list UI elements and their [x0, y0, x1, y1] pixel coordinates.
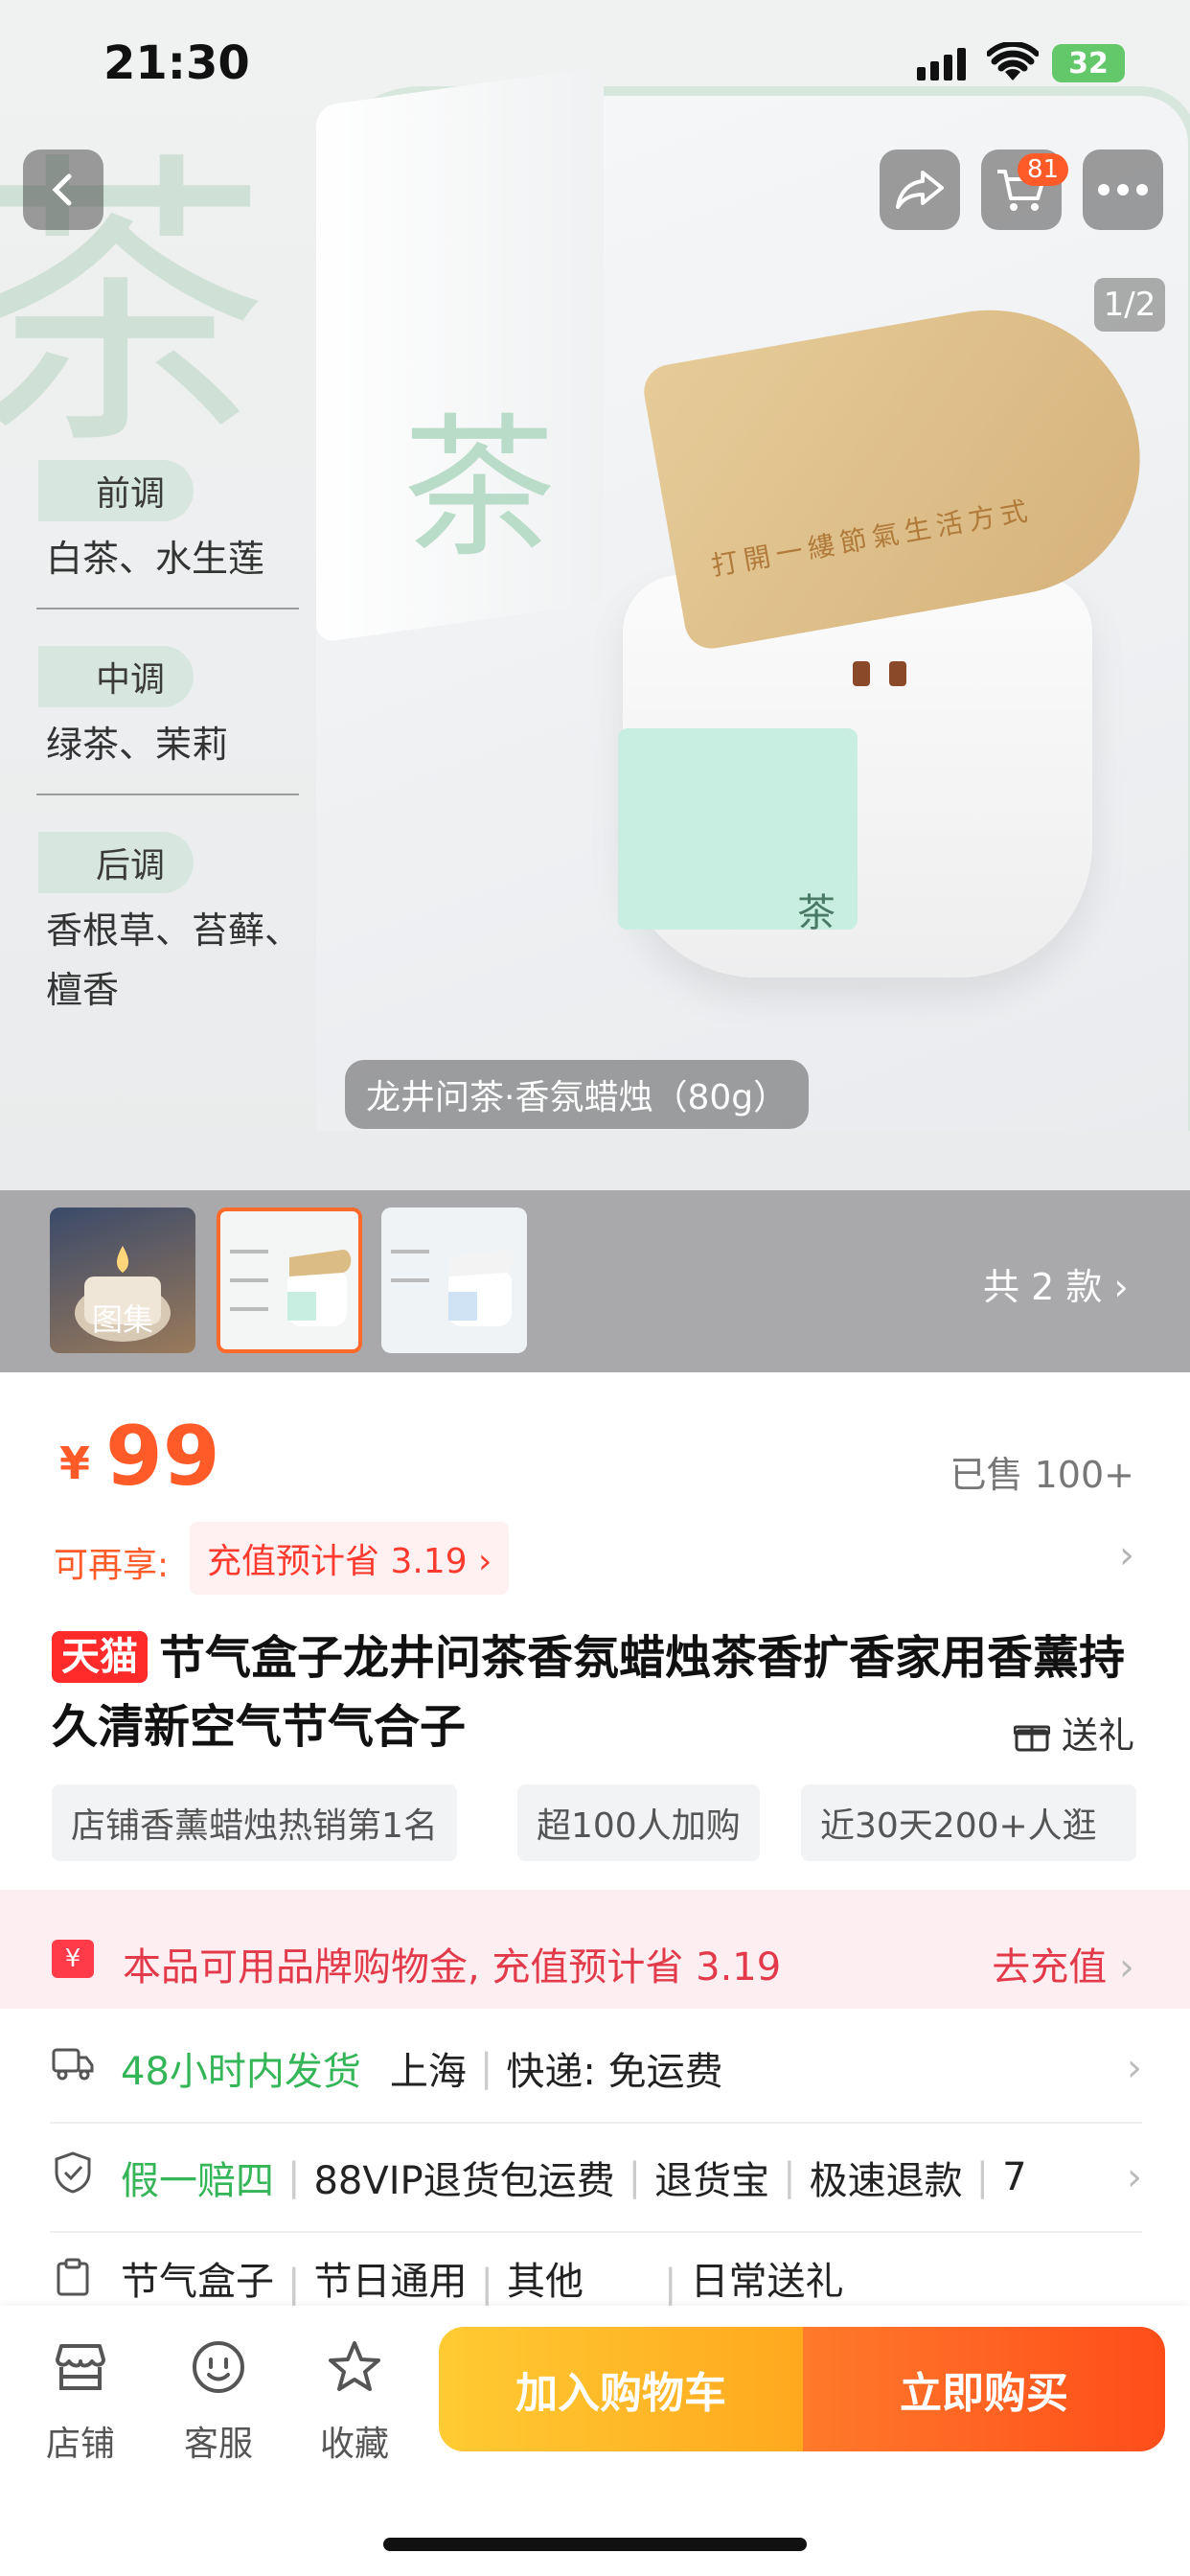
variant-tea-candle-icon [230, 1250, 352, 1326]
chevron-right-icon: › [1127, 2046, 1142, 2090]
chevron-left-icon [52, 173, 72, 206]
enjoy-label: 可再享: [54, 1546, 170, 1585]
cart-adds-tag[interactable]: 超100人加购 [517, 1784, 760, 1861]
gift-label: 送礼 [1061, 1714, 1134, 1757]
divider: | [287, 2262, 301, 2306]
yen-voucher-icon: ¥ [52, 1940, 94, 1978]
store-icon [23, 2338, 138, 2410]
gallery-label: 图集 [91, 1301, 153, 1338]
status-time: 21:30 [103, 36, 250, 90]
gift-icon [1013, 1725, 1051, 1752]
divider: | [783, 2155, 796, 2199]
candle-wick [889, 661, 906, 686]
shipping-speed: 48小时内发货 [121, 2050, 361, 2094]
ship-from: 上海 [389, 2050, 467, 2094]
service-label: 客服 [183, 2425, 253, 2464]
chevron-right-icon: › [1113, 1266, 1129, 1308]
guarantee-row[interactable]: 假一赔四 | 88VIP退货包运费 | 退货宝 | 极速退款 | 7 › [50, 2124, 1142, 2233]
chevron-right-icon: › [1127, 2155, 1142, 2199]
thumbnail-variant[interactable] [381, 1208, 527, 1353]
clipboard-icon [50, 2258, 96, 2306]
params-row[interactable]: 节气盒子 | 节日通用 | 其他 | 日常送礼 [50, 2233, 1142, 2306]
customer-service-button[interactable]: 客服 [161, 2338, 276, 2466]
ranking-tag[interactable]: 店铺香薰蜡烛热销第1名 [52, 1784, 457, 1861]
more-button[interactable] [1083, 150, 1163, 230]
divider: | [628, 2155, 642, 2199]
shop-label: 店铺 [45, 2425, 115, 2464]
favorite-label: 收藏 [319, 2425, 389, 2464]
buy-now-button[interactable]: 立即购买 [803, 2327, 1165, 2451]
image-caption: 龙井问茶·香氛蜡烛（80g） [345, 1060, 810, 1129]
param-item: 节气盒子 [121, 2260, 274, 2304]
share-icon [896, 171, 944, 209]
chevron-right-icon: › [1119, 1945, 1134, 1990]
note-name: 前调 [38, 460, 195, 521]
guarantee-main: 假一赔四 [121, 2159, 274, 2203]
guarantee-item: 极速退款 [809, 2159, 963, 2203]
share-button[interactable] [880, 150, 960, 230]
note-name: 后调 [38, 832, 195, 893]
thumbnail-variant-selected[interactable] [217, 1208, 362, 1353]
recharge-link-label: 去充值 [992, 1945, 1108, 1990]
divider [36, 608, 299, 610]
favorite-button[interactable]: 收藏 [297, 2338, 412, 2466]
note-middle: 中调 绿茶、茉莉 [0, 646, 307, 795]
variant-count-link[interactable]: 共 2 款 › [983, 1257, 1129, 1310]
fragrance-notes: 前调 白茶、水生莲 中调 绿茶、茉莉 后调 香根草、苔藓、檀香 [0, 460, 307, 1020]
candle-wick [853, 661, 870, 686]
star-icon [297, 2338, 412, 2410]
battery-indicator: 32 [1052, 44, 1125, 82]
price: 99 [105, 1409, 220, 1505]
param-item: 节日通用 [313, 2260, 468, 2304]
variant-count: 共 2 款 [983, 1266, 1103, 1308]
jar-label-character: 茶 [797, 891, 835, 935]
recharge-savings-tag[interactable]: 充值预计省 3.19 › [190, 1522, 510, 1595]
divider: | [479, 2046, 493, 2090]
divider: | [975, 2155, 990, 2199]
divider: | [480, 2262, 493, 2306]
sold-count: 已售 100+ [950, 1454, 1134, 1496]
wifi-icon [986, 40, 1040, 86]
add-to-cart-button[interactable]: 加入购物车 [439, 2327, 803, 2451]
cellular-signal-icon [917, 48, 969, 84]
param-item: 日常送礼 [690, 2260, 844, 2304]
currency-symbol: ¥ [59, 1438, 91, 1489]
note-text: 绿茶、茉莉 [46, 724, 229, 766]
guarantee-item: 88VIP退货包运费 [313, 2159, 615, 2203]
note-top: 前调 白茶、水生莲 [0, 460, 307, 610]
note-text: 香根草、苔藓、檀香 [46, 909, 302, 1011]
background-character: 茶 [0, 128, 268, 485]
cart-count-badge: 81 [1018, 153, 1069, 186]
shipping-row[interactable]: 48小时内发货 上海 | 快递: 免运费 › [50, 2014, 1142, 2124]
variant-blue-candle-icon [391, 1250, 515, 1326]
divider: | [663, 2262, 677, 2306]
shield-check-icon [50, 2151, 96, 2203]
note-base: 后调 香根草、苔藓、檀香 [0, 832, 307, 1020]
back-button[interactable] [23, 150, 103, 230]
promo-text: 本品可用品牌购物金, 充值预计省 3.19 [123, 1945, 782, 1990]
guarantee-item: 退货宝 [654, 2159, 770, 2203]
gift-button[interactable]: 送礼 [1013, 1706, 1134, 1759]
tmall-badge: 天猫 [52, 1631, 148, 1683]
home-indicator [383, 2538, 807, 2551]
visits-tag[interactable]: 近30天200+人逛 [801, 1784, 1136, 1861]
shop-button[interactable]: 店铺 [23, 2338, 138, 2466]
guarantee-item: 7 [1002, 2155, 1027, 2199]
note-text: 白茶、水生莲 [46, 538, 265, 580]
divider [36, 794, 299, 795]
box-character: 茶 [402, 399, 557, 578]
truck-icon [50, 2046, 96, 2090]
recharge-link[interactable]: 去充值 › [992, 1936, 1134, 1991]
param-item: 其他 [506, 2260, 584, 2304]
note-name: 中调 [38, 646, 195, 707]
image-pager: 1/2 [1094, 278, 1165, 332]
divider: | [287, 2155, 301, 2199]
chat-face-icon [161, 2338, 276, 2410]
more-dots-icon [1098, 184, 1148, 196]
product-title: 节气盒子龙井问茶香氛蜡烛茶香扩香家用香薰持久清新空气节气合子 [52, 1631, 1126, 1754]
express-fee: 快递: 免运费 [506, 2050, 723, 2094]
chevron-right-icon[interactable]: › [1119, 1533, 1134, 1577]
